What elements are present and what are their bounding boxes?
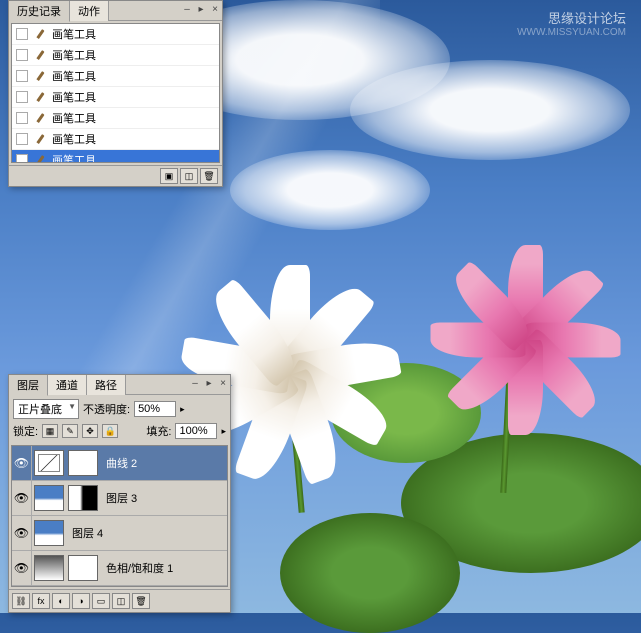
history-item[interactable]: 画笔工具: [12, 24, 219, 45]
visibility-icon[interactable]: 👁: [12, 446, 32, 480]
brush-icon: [32, 89, 48, 105]
history-panel-header: 历史记录 动作 – ▸ ×: [9, 1, 222, 21]
minimize-icon[interactable]: –: [180, 4, 194, 18]
layers-footer: ⛓ fx ◐ ◑ ▭ ◫ 🗑: [9, 589, 230, 612]
history-item[interactable]: 画笔工具: [12, 129, 219, 150]
layer-item[interactable]: 👁 图层 3: [12, 481, 227, 516]
brush-icon: [32, 68, 48, 84]
lock-transparency-icon[interactable]: ▦: [42, 424, 58, 438]
layer-item[interactable]: 👁 图层 4: [12, 516, 227, 551]
layer-thumbnail[interactable]: [34, 520, 64, 546]
lotus-pink: [426, 195, 626, 395]
opacity-label: 不透明度:: [83, 401, 130, 417]
lock-all-icon[interactable]: 🔒: [102, 424, 118, 438]
history-list: 画笔工具 画笔工具 画笔工具 画笔工具 画笔工具 画笔工具 画笔工具: [11, 23, 220, 163]
close-icon[interactable]: ×: [216, 378, 230, 392]
lock-position-icon[interactable]: ✥: [82, 424, 98, 438]
watermark-main: 思缘设计论坛: [517, 8, 626, 27]
trash-icon[interactable]: 🗑: [132, 593, 150, 609]
layer-name[interactable]: 图层 4: [66, 525, 103, 541]
visibility-icon[interactable]: 👁: [12, 481, 32, 515]
layer-item[interactable]: 👁 曲线 2: [12, 446, 227, 481]
layers-list: 👁 曲线 2 👁 图层 3 👁 图层 4 👁 色相/饱和度 1: [11, 445, 228, 587]
tab-history[interactable]: 历史记录: [9, 1, 70, 22]
add-mask-icon[interactable]: ◐: [52, 593, 70, 609]
menu-icon[interactable]: ▸: [194, 4, 208, 18]
layer-mask-thumbnail[interactable]: [68, 450, 98, 476]
history-item-label: 画笔工具: [52, 152, 96, 163]
history-panel: 历史记录 动作 – ▸ × 画笔工具 画笔工具 画笔工具 画笔工具 画笔工具 画…: [8, 0, 223, 187]
tab-paths[interactable]: 路径: [87, 375, 126, 395]
visibility-icon[interactable]: 👁: [12, 516, 32, 550]
history-item-label: 画笔工具: [52, 68, 96, 84]
menu-icon[interactable]: ▸: [202, 378, 216, 392]
layer-thumbnail[interactable]: [34, 450, 64, 476]
layer-fx-icon[interactable]: fx: [32, 593, 50, 609]
chevron-right-icon[interactable]: ▸: [221, 426, 226, 437]
trash-icon[interactable]: 🗑: [200, 168, 218, 184]
brush-icon: [32, 131, 48, 147]
layers-controls: 正片叠底 不透明度: 50% ▸ 锁定: ▦ ✎ ✥ 🔒 填充: 100% ▸: [9, 395, 230, 443]
close-icon[interactable]: ×: [208, 4, 222, 18]
layer-mask-thumbnail[interactable]: [68, 485, 98, 511]
brush-icon: [32, 26, 48, 42]
new-layer-icon[interactable]: ◫: [112, 593, 130, 609]
visibility-icon[interactable]: 👁: [12, 551, 32, 585]
history-item-label: 画笔工具: [52, 110, 96, 126]
layer-item[interactable]: 👁 色相/饱和度 1: [12, 551, 227, 586]
layers-panel: 图层 通道 路径 – ▸ × 正片叠底 不透明度: 50% ▸ 锁定: ▦ ✎ …: [8, 374, 231, 613]
tab-channels[interactable]: 通道: [48, 375, 87, 395]
new-group-icon[interactable]: ▭: [92, 593, 110, 609]
history-item-label: 画笔工具: [52, 89, 96, 105]
layer-name[interactable]: 色相/饱和度 1: [100, 560, 173, 576]
layer-name[interactable]: 曲线 2: [100, 455, 137, 471]
layer-thumbnail[interactable]: [34, 555, 64, 581]
history-item[interactable]: 画笔工具: [12, 66, 219, 87]
fill-label: 填充:: [146, 423, 171, 439]
adjustment-layer-icon[interactable]: ◑: [72, 593, 90, 609]
minimize-icon[interactable]: –: [188, 378, 202, 392]
layers-panel-header: 图层 通道 路径 – ▸ ×: [9, 375, 230, 395]
link-layers-icon[interactable]: ⛓: [12, 593, 30, 609]
fill-input[interactable]: 100%: [175, 423, 217, 439]
history-item[interactable]: 画笔工具: [12, 45, 219, 66]
lock-label: 锁定:: [13, 423, 38, 439]
layer-thumbnail[interactable]: [34, 485, 64, 511]
brush-icon: [32, 110, 48, 126]
lock-pixels-icon[interactable]: ✎: [62, 424, 78, 438]
history-item[interactable]: 画笔工具: [12, 150, 219, 163]
history-footer: ▣ ◫ 🗑: [9, 165, 222, 186]
tab-layers[interactable]: 图层: [9, 375, 48, 396]
layer-mask-thumbnail[interactable]: [68, 555, 98, 581]
history-item-label: 画笔工具: [52, 131, 96, 147]
new-state-icon[interactable]: ◫: [180, 168, 198, 184]
history-item-label: 画笔工具: [52, 26, 96, 42]
brush-icon: [32, 152, 48, 163]
new-snapshot-icon[interactable]: ▣: [160, 168, 178, 184]
opacity-input[interactable]: 50%: [134, 401, 176, 417]
history-item[interactable]: 画笔工具: [12, 108, 219, 129]
layer-name[interactable]: 图层 3: [100, 490, 137, 506]
brush-icon: [32, 47, 48, 63]
blend-mode-dropdown[interactable]: 正片叠底: [13, 399, 79, 419]
history-item[interactable]: 画笔工具: [12, 87, 219, 108]
watermark-sub: WWW.MISSYUAN.COM: [517, 27, 626, 38]
tab-actions[interactable]: 动作: [70, 1, 109, 21]
chevron-right-icon[interactable]: ▸: [180, 404, 185, 415]
history-item-label: 画笔工具: [52, 47, 96, 63]
watermark: 思缘设计论坛 WWW.MISSYUAN.COM: [517, 8, 626, 38]
